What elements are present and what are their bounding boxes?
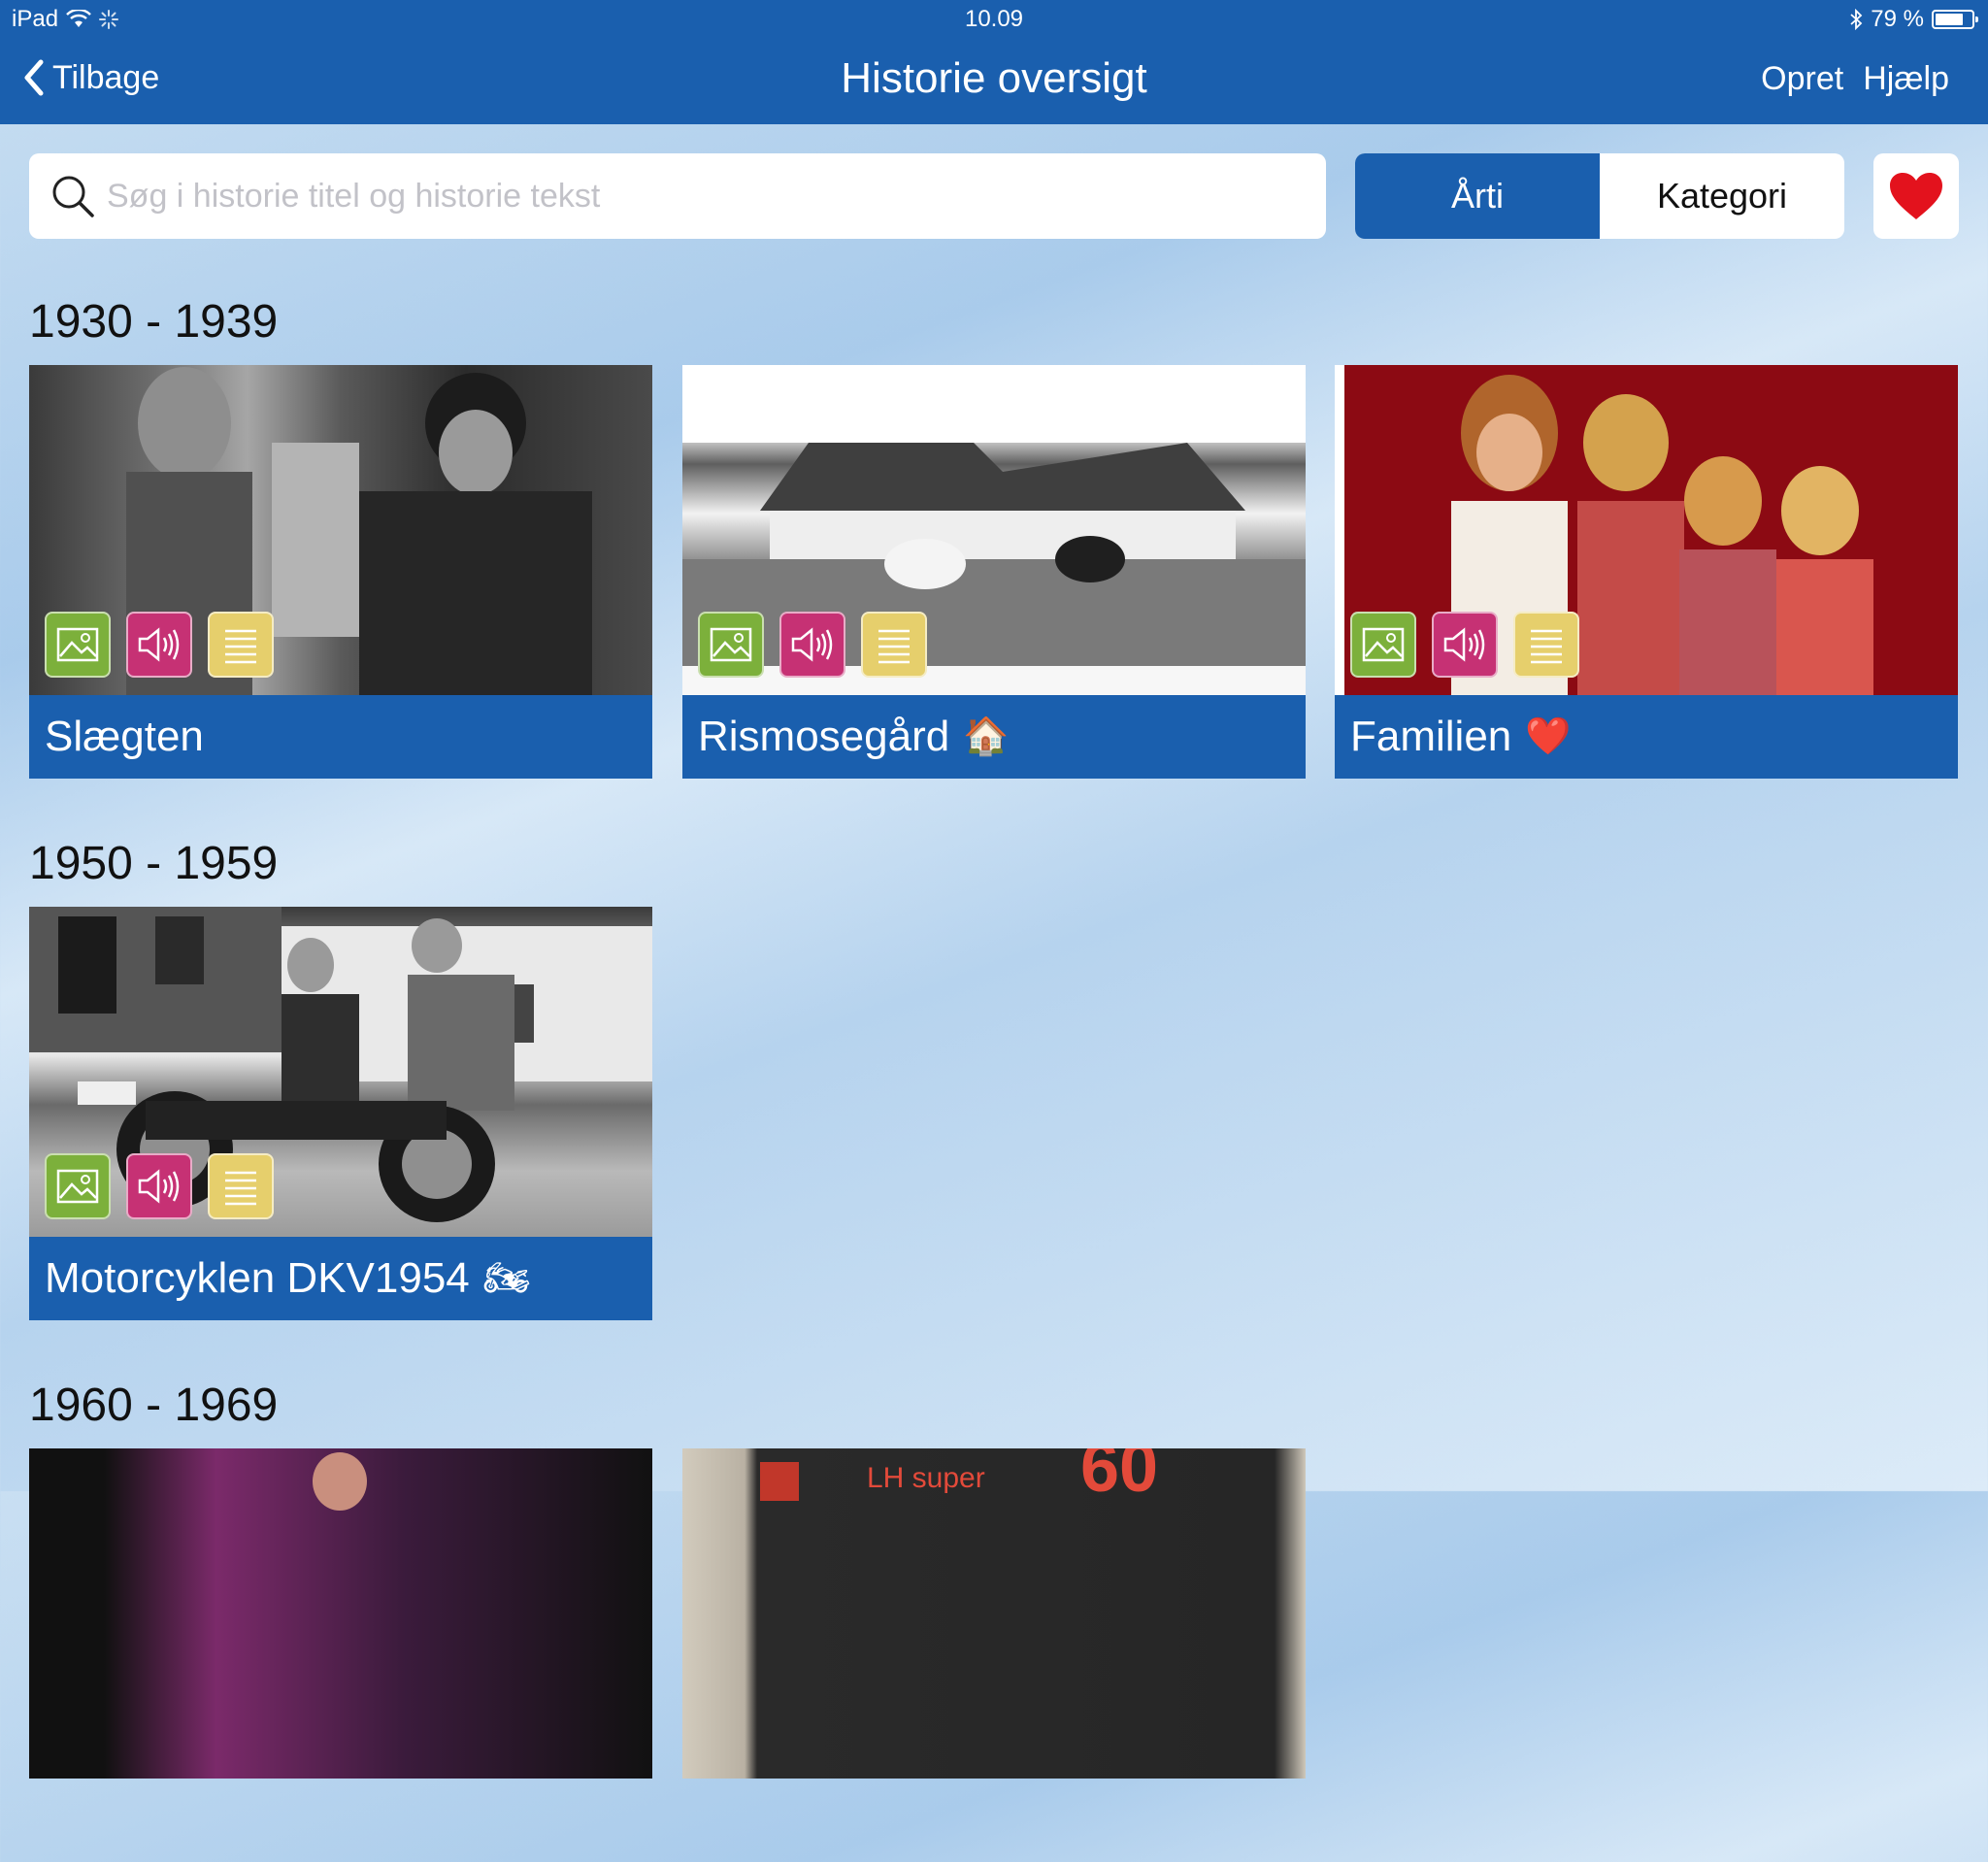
story-photo [29, 1448, 652, 1779]
image-icon [1362, 627, 1405, 662]
heart-emoji-icon: ❤️ [1525, 716, 1572, 757]
text-badge [208, 1153, 274, 1219]
image-badge [45, 1153, 111, 1219]
motorcycle-icon: 🏍 [482, 1258, 531, 1299]
help-button[interactable]: Hjælp [1863, 60, 1949, 98]
image-icon [56, 1169, 99, 1204]
create-button[interactable]: Opret [1761, 60, 1843, 98]
story-title: Familien [1350, 713, 1512, 760]
story-card-1960s-2[interactable]: LH super 60 [682, 1448, 1306, 1862]
image-icon [710, 627, 752, 662]
text-lines-icon [878, 629, 910, 664]
page-title: Historie oversigt [841, 54, 1147, 102]
speaker-icon [138, 1169, 180, 1204]
search-icon [52, 176, 94, 217]
story-caption: Familien ❤️ [1335, 695, 1958, 779]
text-badge [1513, 612, 1579, 678]
section-title-1960s: 1960 - 1969 [29, 1380, 279, 1431]
image-badge [698, 612, 764, 678]
photo-illustration [313, 1452, 367, 1511]
story-card-motorcyklen[interactable]: Motorcyklen DKV1954 🏍 [29, 907, 652, 1320]
section-title-1950s: 1950 - 1959 [29, 838, 279, 889]
audio-badge [779, 612, 845, 678]
battery-fill [1936, 14, 1964, 25]
tape-label: LH super [867, 1462, 985, 1494]
text-lines-icon [225, 1171, 256, 1206]
story-caption: Rismosegård 🏠 [682, 695, 1306, 779]
text-lines-icon [225, 629, 256, 664]
story-caption: Slægten [29, 695, 652, 779]
favorites-button[interactable] [1873, 153, 1959, 239]
speaker-icon [138, 627, 180, 662]
story-title: Motorcyklen DKV1954 [45, 1254, 470, 1302]
heart-icon [1890, 173, 1942, 219]
audio-badge [126, 1153, 192, 1219]
audio-badge [1432, 612, 1498, 678]
story-card-familien[interactable]: Familien ❤️ [1335, 365, 1958, 779]
image-icon [56, 627, 99, 662]
text-badge [861, 612, 927, 678]
photo-illustration: LH super 60 [760, 1448, 1158, 1507]
image-badge [1350, 612, 1416, 678]
audio-badge [126, 612, 192, 678]
tape-number: 60 [1080, 1448, 1158, 1507]
bluetooth-icon [1850, 9, 1863, 30]
image-badge [45, 612, 111, 678]
story-photo: LH super 60 [682, 1448, 1306, 1779]
text-badge [208, 612, 274, 678]
sort-segmented-control: Årti Kategori [1355, 153, 1844, 239]
story-title: Rismosegård [698, 713, 950, 760]
battery-percent: 79 % [1871, 6, 1924, 32]
search-bar [29, 153, 1326, 239]
navigation-bar: Tilbage Historie oversigt Opret Hjælp [0, 39, 1988, 124]
story-card-slaegten[interactable]: Slægten [29, 365, 652, 779]
speaker-icon [791, 627, 833, 662]
segment-decade[interactable]: Årti [1355, 153, 1600, 239]
search-input[interactable] [105, 176, 1274, 216]
house-icon: 🏠 [963, 716, 1010, 757]
story-caption: Motorcyklen DKV1954 🏍 [29, 1237, 652, 1320]
story-title: Slægten [45, 713, 204, 760]
story-card-rismosegaard[interactable]: Rismosegård 🏠 [682, 365, 1306, 779]
status-time: 10.09 [964, 6, 1024, 32]
speaker-icon [1443, 627, 1485, 662]
status-bar: iPad 10.09 79 % [0, 0, 1988, 39]
segment-category[interactable]: Kategori [1600, 153, 1844, 239]
story-card-1960s-1[interactable] [29, 1448, 652, 1862]
text-lines-icon [1531, 629, 1562, 664]
battery-icon [1932, 10, 1978, 29]
section-title-1930s: 1930 - 1939 [29, 296, 279, 348]
